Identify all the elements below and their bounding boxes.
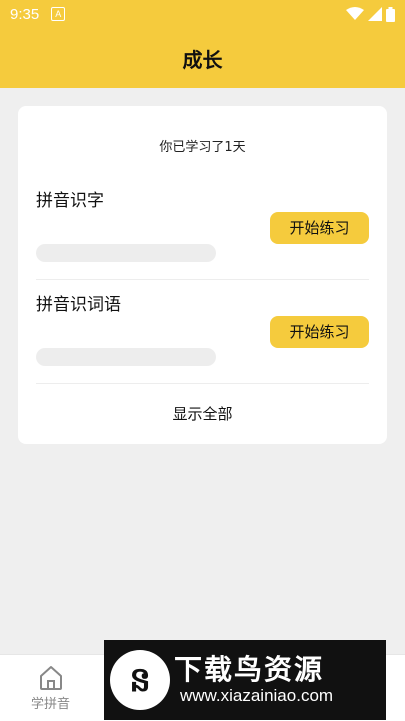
watermark-url: www.xiazainiao.com: [180, 686, 334, 705]
growth-card: 你已学习了1天 拼音识字 开始练习 拼音识词语 开始练习 显示全部: [18, 106, 387, 444]
tab-label: 学拼音: [30, 697, 70, 712]
item-title-pinyin-characters: 拼音识字: [36, 191, 104, 211]
battery-icon: [386, 6, 395, 22]
watermark-overlay: ន 下载鸟资源 www.xiazainiao.com: [104, 640, 386, 720]
watermark-title: 下载鸟资源: [174, 653, 325, 686]
item-title-pinyin-words: 拼音识词语: [36, 295, 121, 315]
divider: [36, 383, 369, 384]
wifi-icon: [346, 7, 364, 20]
show-all-button[interactable]: 显示全部: [18, 403, 387, 424]
watermark-logo: ន: [110, 650, 170, 710]
start-practice-button[interactable]: 开始练习: [270, 212, 369, 244]
tab-learn-pinyin[interactable]: 学拼音: [0, 655, 101, 721]
learned-days-text: 你已学习了1天: [159, 140, 246, 155]
start-practice-button[interactable]: 开始练习: [270, 316, 369, 348]
page-title: 成长: [182, 47, 223, 72]
status-bar: 9:35 A: [0, 0, 405, 28]
status-time: 9:35: [10, 5, 40, 23]
page-header: 成长: [0, 28, 405, 88]
signal-icon: [368, 7, 382, 21]
notification-badge-icon: A: [51, 7, 66, 21]
divider: [36, 279, 369, 280]
progress-bar: [36, 348, 216, 366]
progress-bar: [36, 244, 216, 262]
home-icon: [39, 666, 62, 690]
